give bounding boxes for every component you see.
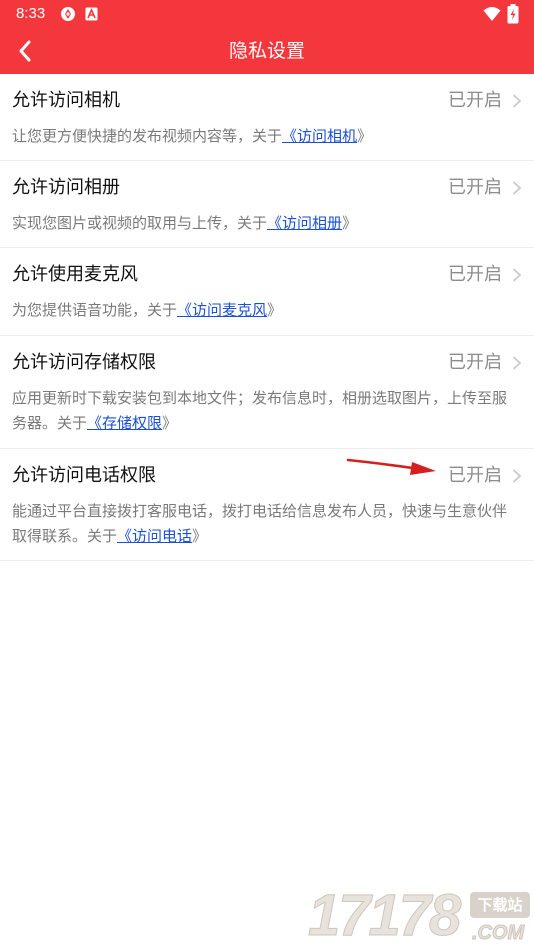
- permission-policy-link[interactable]: 《访问相册: [267, 214, 342, 232]
- a-badge-icon: [85, 7, 98, 21]
- watermark-badge: 下载站: [470, 892, 530, 918]
- permission-title: 允许访问存储权限: [12, 352, 156, 373]
- permission-title: 允许访问相机: [12, 90, 120, 111]
- nav-bar: 隐私设置: [0, 28, 534, 74]
- battery-charging-icon: [507, 4, 519, 24]
- permission-policy-link[interactable]: 《访问相机: [282, 127, 357, 145]
- app-header: 8:33 隐私设置: [0, 0, 534, 74]
- status-time: 8:33: [16, 5, 46, 22]
- page-title: 隐私设置: [228, 40, 305, 62]
- permission-description: 为您提供语音功能，关于《访问麦克风》: [12, 301, 283, 319]
- permission-description: 能通过平台直接拨打客服电话，拨打电话给信息发布人员，快速与生意伙伴取得联系。关于…: [12, 502, 508, 545]
- permission-description: 让您更方便快捷的发布视频内容等，关于《访问相机》: [12, 127, 373, 145]
- permission-row-camera[interactable]: 允许访问相机 已开启 让您更方便快捷的发布视频内容等，关于《访问相机》: [0, 74, 534, 161]
- permission-status: 已开启: [448, 465, 502, 486]
- chevron-right-icon: [513, 469, 522, 483]
- chevron-right-icon: [513, 181, 522, 195]
- permission-policy-link[interactable]: 《访问麦克风: [177, 301, 267, 319]
- permission-status: 已开启: [448, 264, 502, 285]
- permission-title: 允许使用麦克风: [12, 264, 138, 285]
- wifi-icon: [483, 7, 501, 21]
- permission-row-phone[interactable]: 允许访问电话权限 已开启 能通过平台直接拨打客服电话，拨打电话给信息发布人员，快…: [0, 449, 534, 561]
- watermark-digits: 17178: [307, 883, 461, 948]
- permission-list: 允许访问相机 已开启 让您更方便快捷的发布视频内容等，关于《访问相机》 允许访问…: [0, 74, 534, 561]
- permission-policy-link[interactable]: 《存储权限: [87, 414, 162, 432]
- app-notification-icon: [61, 7, 75, 21]
- chevron-right-icon: [513, 94, 522, 108]
- permission-title: 允许访问相册: [12, 177, 120, 198]
- status-bar: 8:33: [0, 0, 534, 28]
- permission-status: 已开启: [448, 90, 502, 111]
- chevron-right-icon: [513, 268, 522, 282]
- permission-row-microphone[interactable]: 允许使用麦克风 已开启 为您提供语音功能，关于《访问麦克风》: [0, 248, 534, 336]
- permission-row-storage[interactable]: 允许访问存储权限 已开启 应用更新时下载安装包到本地文件；发布信息时，相册选取图…: [0, 336, 534, 449]
- permission-title: 允许访问电话权限: [12, 465, 156, 486]
- permission-description: 应用更新时下载安装包到本地文件；发布信息时，相册选取图片，上传至服务器。关于《存…: [12, 389, 508, 432]
- annotation-arrow-icon: [346, 458, 436, 475]
- permission-description: 实现您图片或视频的取用与上传，关于《访问相册》: [12, 214, 358, 232]
- permission-row-album[interactable]: 允许访问相册 已开启 实现您图片或视频的取用与上传，关于《访问相册》: [0, 161, 534, 248]
- permission-policy-link[interactable]: 《访问电话: [117, 527, 192, 545]
- site-watermark: 17178 下载站 .COM: [300, 882, 534, 950]
- permission-status: 已开启: [448, 352, 502, 373]
- permission-status: 已开启: [448, 177, 502, 198]
- chevron-right-icon: [513, 356, 522, 370]
- watermark-suffix: .COM: [471, 922, 525, 945]
